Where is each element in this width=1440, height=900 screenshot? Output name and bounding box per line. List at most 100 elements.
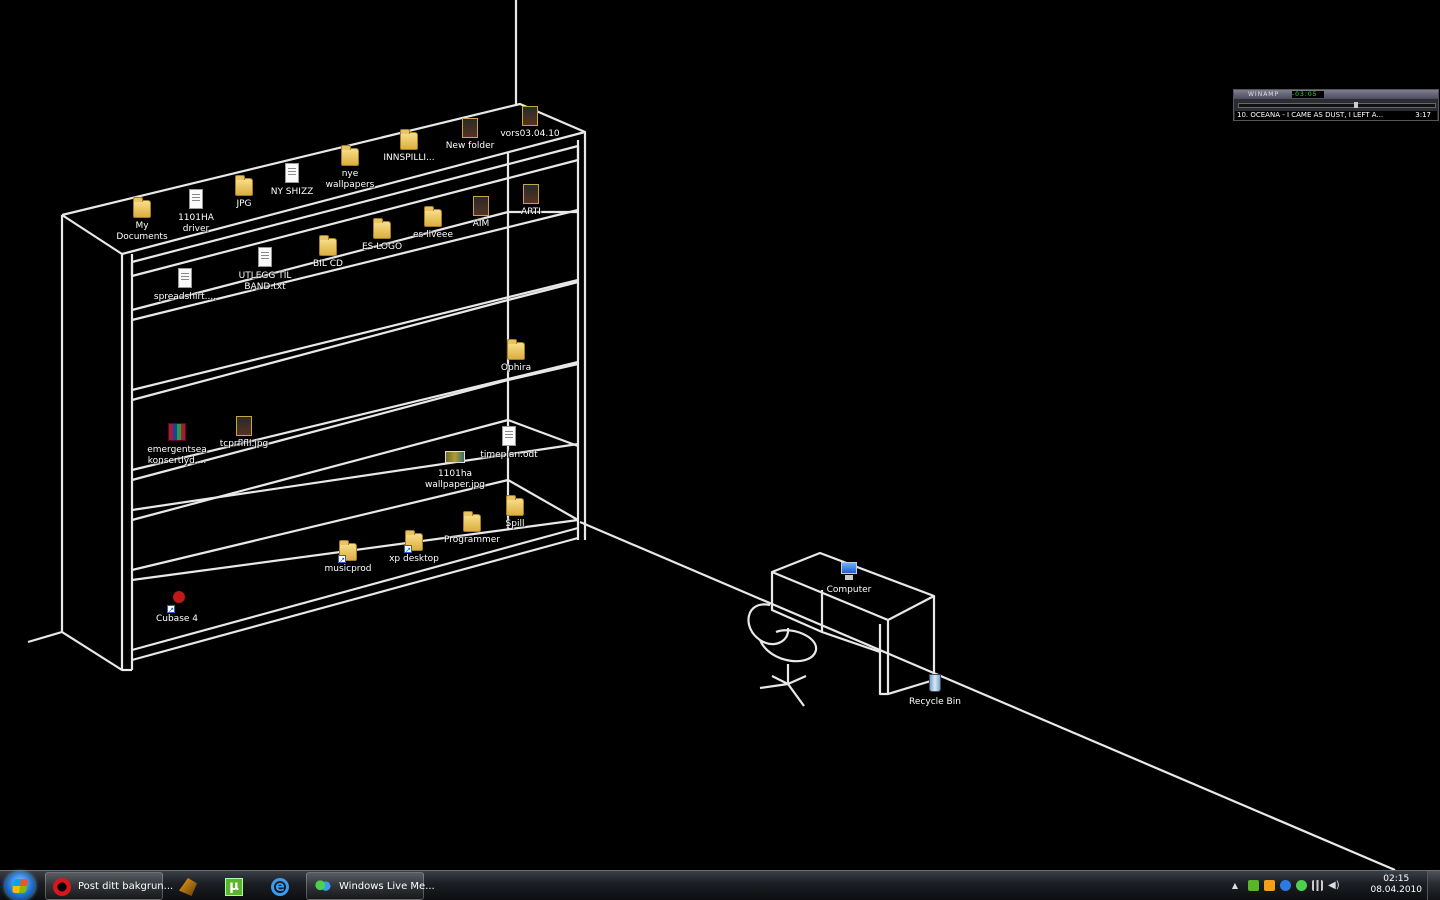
desktop-icon-1101ha-wallpaper[interactable]: 1101ha wallpaper.jpg <box>419 444 491 491</box>
network-status-icon[interactable] <box>1248 880 1259 891</box>
desktop-icon-label: spreadshirt.... <box>153 292 217 302</box>
show-hidden-icons-icon[interactable]: ▲ <box>1230 881 1240 890</box>
update-icon[interactable] <box>1280 880 1291 891</box>
folder-icon <box>423 205 443 229</box>
desktop-icon-spreadshirt[interactable]: spreadshirt.... <box>149 267 221 303</box>
desktop-icon-label: Ophira <box>500 363 532 373</box>
taskbar-item-winamp[interactable] <box>168 872 208 900</box>
winamp-seek-handle[interactable] <box>1354 102 1358 108</box>
desktop-icon-bil-cd[interactable]: BIL CD <box>292 234 364 270</box>
winamp-icon <box>179 878 197 896</box>
desktop-icon-emergentsea[interactable]: emergentsea konsertlyd.... <box>141 420 213 467</box>
desktop-icon-label: nye wallpapers <box>325 169 375 190</box>
document-icon <box>282 162 302 186</box>
desktop-icon-recycle-bin[interactable]: Recycle Bin <box>899 672 971 708</box>
desktop-icon-vors[interactable]: vors03.04.10 <box>494 104 566 140</box>
utorrent-icon: µ <box>225 878 243 896</box>
image-thumbnail-icon <box>445 444 465 468</box>
winamp-time: -03:05 <box>1292 91 1324 98</box>
computer-icon <box>839 560 859 584</box>
clock-date: 08.04.2010 <box>1370 885 1422 895</box>
winamp-player[interactable]: WINAMP -03:05 10. OCEANA - I CAME AS DUS… <box>1233 89 1439 121</box>
desktop-icon-computer[interactable]: Computer <box>813 560 885 596</box>
desktop-icon-musicprod[interactable]: ↗ musicprod <box>312 539 384 575</box>
desktop-icon-label: xp desktop <box>389 554 439 564</box>
desktop-icon-label: tcprflfll.jpg <box>219 439 269 449</box>
desktop-icon-label: vors03.04.10 <box>500 129 560 139</box>
winamp-track-title: 10. OCEANA - I CAME AS DUST, I LEFT A... <box>1237 111 1384 119</box>
taskbar: Post ditt bakgrun... µ e Windows Live Me… <box>0 870 1440 900</box>
desktop-icon-label: ARTI <box>521 207 541 217</box>
desktop-icon-label: AIM <box>472 219 490 229</box>
winamp-titlebar[interactable]: WINAMP -03:05 <box>1234 90 1438 99</box>
document-icon <box>186 188 206 212</box>
folder-icon <box>506 338 526 362</box>
taskbar-item-windows-live-messenger[interactable]: Windows Live Me... <box>306 872 435 900</box>
document-icon <box>499 425 519 449</box>
desktop-icon-label: Computer <box>826 585 872 595</box>
volume-icon[interactable]: ◀) <box>1328 880 1340 891</box>
clock-time: 02:15 <box>1383 874 1410 884</box>
taskbar-item-internet-explorer[interactable]: e <box>260 872 300 900</box>
system-tray: ▲ ◀) 02:15 08.04.2010 <box>1230 871 1440 900</box>
show-desktop-button[interactable] <box>1427 871 1440 900</box>
desktop-icon-label: musicprod <box>324 564 372 574</box>
desktop-icon-label: New folder <box>445 141 495 151</box>
winrar-archive-icon <box>167 420 187 444</box>
shortcut-folder-icon: ↗ <box>404 529 424 554</box>
taskbar-item-label: Windows Live Me... <box>339 881 435 892</box>
desktop-icon-label: NY SHIZZ <box>270 187 314 197</box>
desktop-icon-label: INNSPILLI... <box>383 153 435 163</box>
image-icon <box>471 194 491 218</box>
desktop-icon-label: Recycle Bin <box>909 697 961 707</box>
image-icon <box>521 182 541 206</box>
cubase-icon: ↗ <box>167 589 187 614</box>
desktop-icon-label: es liveee <box>412 230 454 240</box>
image-icon <box>460 116 480 140</box>
desktop-icon-label: 1101ha wallpaper.jpg <box>424 469 486 490</box>
windows-live-messenger-icon <box>314 878 332 896</box>
desktop-icon-label: BIL CD <box>313 259 343 269</box>
folder-icon <box>340 144 360 168</box>
taskbar-item-utorrent[interactable]: µ <box>214 872 254 900</box>
desktop-icon-label: 1101HA driver <box>178 213 214 234</box>
folder-icon <box>372 217 392 241</box>
messenger-tray-icon[interactable] <box>1296 880 1307 891</box>
desktop-icon-label: Programmer <box>444 535 500 545</box>
folder-icon <box>399 128 419 152</box>
signal-icon[interactable] <box>1312 880 1323 891</box>
desktop-icon-label: JPG <box>236 199 252 209</box>
folder-icon <box>462 510 482 534</box>
document-icon <box>255 246 275 270</box>
desktop-icon-label: ES LOGO <box>361 242 403 252</box>
image-icon <box>520 104 540 128</box>
desktop-icon-cubase[interactable]: ↗ Cubase 4 <box>141 589 213 625</box>
winamp-track-display: 10. OCEANA - I CAME AS DUST, I LEFT A...… <box>1235 111 1437 120</box>
clock[interactable]: 02:15 08.04.2010 <box>1370 874 1422 896</box>
document-icon <box>175 267 195 291</box>
start-button[interactable] <box>5 872 35 900</box>
desktop-icon-label: emergentsea konsertlyd.... <box>147 445 207 466</box>
image-icon <box>234 414 254 438</box>
winamp-track-duration: 3:17 <box>1415 111 1431 119</box>
desktop-icon-ophira[interactable]: Ophira <box>480 338 552 374</box>
winamp-title: WINAMP <box>1248 91 1280 98</box>
winamp-seek-bar[interactable] <box>1238 102 1436 108</box>
internet-explorer-icon: e <box>271 878 289 896</box>
folder-icon <box>132 196 152 220</box>
desktop-icon-label: Spill <box>505 519 525 529</box>
recycle-bin-icon <box>925 672 945 696</box>
folder-icon <box>234 174 254 198</box>
desktop-icon-tcprflfll[interactable]: tcprflfll.jpg <box>208 414 280 450</box>
desktop-icon-xp-desktop[interactable]: ↗ xp desktop <box>378 529 450 565</box>
folder-icon <box>505 494 525 518</box>
shortcut-folder-icon: ↗ <box>338 539 358 564</box>
windows-logo-icon <box>12 879 28 893</box>
opera-icon <box>53 878 71 896</box>
winamp-tray-icon[interactable] <box>1264 880 1275 891</box>
desktop-icon-utlegg[interactable]: UTLEGG TIL BAND.txt <box>229 246 301 293</box>
desktop-icon-label: UTLEGG TIL BAND.txt <box>238 271 292 292</box>
folder-icon <box>318 234 338 258</box>
taskbar-item-opera[interactable]: Post ditt bakgrun... <box>45 872 173 900</box>
desktop-icon-label: Cubase 4 <box>155 614 199 624</box>
